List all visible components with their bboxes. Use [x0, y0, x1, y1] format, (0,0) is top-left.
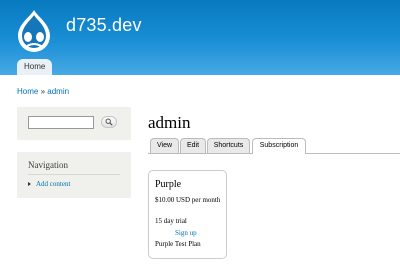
site-name-link[interactable]: d735.dev [66, 15, 142, 36]
breadcrumb-current-link[interactable]: admin [47, 87, 69, 96]
drupal-drop-icon[interactable] [16, 9, 52, 53]
nav-item-label: Add content [36, 180, 71, 188]
triangle-bullet-icon [28, 182, 31, 187]
search-button[interactable] [101, 116, 117, 128]
tab-subscription[interactable]: Subscription [252, 138, 306, 154]
plan-trial: 15 day trial [155, 217, 187, 225]
page-title: admin [148, 113, 191, 132]
main-menu-home-tab[interactable]: Home [17, 59, 53, 75]
breadcrumb-home-link[interactable]: Home [17, 87, 38, 96]
tab-view[interactable]: View [150, 138, 179, 153]
local-tabs: View Edit Shortcuts Subscription [148, 138, 400, 154]
navigation-divider [28, 174, 120, 175]
plan-description: Purple Test Plan [155, 240, 201, 248]
sign-up-link[interactable]: Sign up [175, 229, 197, 237]
breadcrumb: Home » admin [17, 87, 69, 96]
tab-edit[interactable]: Edit [180, 138, 206, 153]
breadcrumb-separator: » [40, 87, 46, 96]
search-block [17, 107, 131, 140]
navigation-block: Navigation Add content [17, 152, 131, 198]
search-input[interactable] [28, 116, 94, 129]
site-header: d735.dev Home [0, 0, 400, 75]
nav-item-add-content[interactable]: Add content [28, 180, 70, 188]
subscription-plan-card: Purple $10.00 USD per month 15 day trial… [148, 170, 227, 259]
navigation-title: Navigation [28, 160, 68, 170]
plan-price: $10.00 USD per month [155, 196, 221, 204]
tab-shortcuts[interactable]: Shortcuts [207, 138, 250, 153]
plan-name: Purple [155, 179, 182, 190]
search-icon [105, 118, 113, 126]
